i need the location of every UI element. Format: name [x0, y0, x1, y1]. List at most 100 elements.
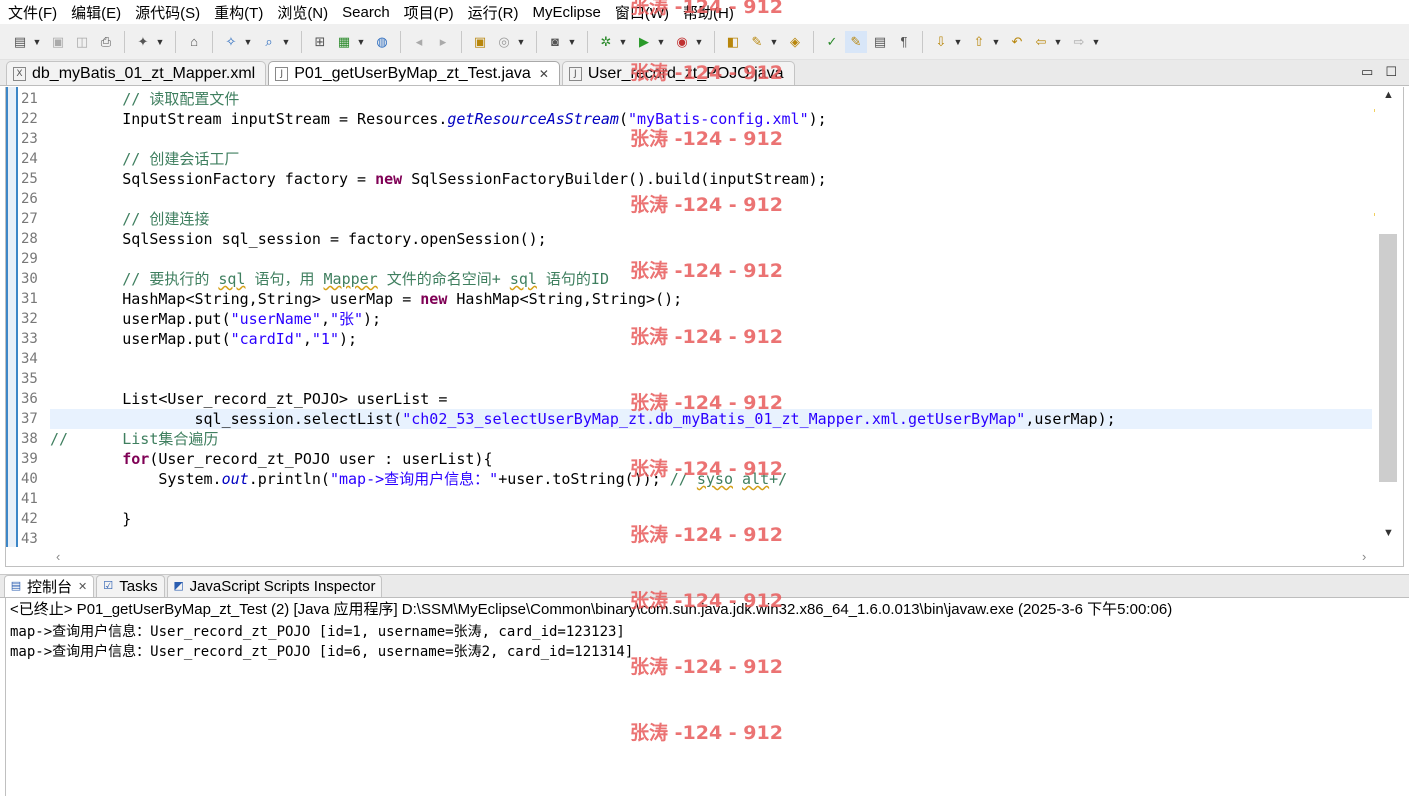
menu-edit[interactable]: 编辑(E)	[71, 2, 121, 23]
java-file-icon: J	[568, 66, 582, 81]
browser-icon[interactable]: ◎	[493, 31, 515, 53]
code-line: // 创建会话工厂	[122, 150, 240, 168]
code-line: SqlSessionFactory factory = new SqlSessi…	[122, 170, 827, 188]
scroll-right-icon[interactable]: ›	[1362, 549, 1366, 564]
chevron-down-icon[interactable]: ▼	[991, 37, 1001, 47]
line-number: 27	[21, 211, 38, 227]
new-icon[interactable]: ▤	[9, 31, 31, 53]
open-folder-icon[interactable]: ◧	[722, 31, 744, 53]
prev-annotation-icon[interactable]: ⇧	[968, 31, 990, 53]
scroll-left-icon[interactable]: ‹	[56, 549, 60, 564]
line-number: 36	[21, 391, 38, 407]
watermark: 张涛 -124 - 912	[630, 194, 783, 216]
tasks-icon: ☑	[103, 580, 114, 592]
chevron-down-icon[interactable]: ▼	[281, 37, 291, 47]
chevron-down-icon[interactable]: ▼	[694, 37, 704, 47]
chevron-down-icon[interactable]: ▼	[656, 37, 666, 47]
run-icon[interactable]: ▶	[633, 31, 655, 53]
server-icon[interactable]: ▦	[333, 31, 355, 53]
line-number: 23	[21, 131, 38, 147]
toolbar: ▤ ▼ ▣ ◫ ⎙ ✦ ▼ ⌂ ✧ ▼ ⌕ ▼ ⊞ ▦ ▼ ◍ ◂ ▸ ▣ ◎ ▼ ◙ ▼ ✲…	[0, 24, 1409, 60]
minimize-icon[interactable]: ▭	[1361, 64, 1373, 80]
next-annotation-icon[interactable]: ⇩	[930, 31, 952, 53]
line-number: 25	[21, 171, 38, 187]
format-icon[interactable]: ¶	[893, 31, 915, 53]
close-icon[interactable]: ✕	[78, 580, 87, 593]
menu-run[interactable]: 运行(R)	[468, 2, 519, 23]
deploy-icon[interactable]: ⊞	[309, 31, 331, 53]
chevron-down-icon[interactable]: ▼	[769, 37, 779, 47]
search-icon[interactable]: ⌕	[258, 31, 280, 53]
console-output[interactable]: <已终止> P01_getUserByMap_zt_Test (2) [Java…	[5, 598, 1409, 796]
toolbar-separator	[922, 30, 923, 53]
new-project-icon[interactable]: ✦	[132, 31, 154, 53]
chevron-down-icon[interactable]: ▼	[618, 37, 628, 47]
annotation-icon[interactable]: ✓	[821, 31, 843, 53]
block-icon[interactable]: ▤	[869, 31, 891, 53]
chevron-down-icon[interactable]: ▼	[516, 37, 526, 47]
watermark: 张涛 -124 - 912	[630, 326, 783, 348]
tab-label: JavaScript Scripts Inspector	[189, 578, 376, 595]
watermark: 张涛 -124 - 912	[630, 260, 783, 282]
toolbar-separator	[813, 30, 814, 53]
editor-horizontal-scrollbar[interactable]: ‹ ›	[50, 548, 1375, 566]
chevron-down-icon[interactable]: ▼	[1091, 37, 1101, 47]
toolbar-separator	[400, 30, 401, 53]
highlight-icon[interactable]: ✎	[845, 30, 867, 53]
tab-tasks[interactable]: ☑ Tasks	[96, 575, 165, 597]
globe-icon[interactable]: ◍	[371, 31, 393, 53]
close-icon[interactable]: ✕	[539, 67, 549, 81]
chevron-down-icon[interactable]: ▼	[243, 37, 253, 47]
pen-icon[interactable]: ✎	[746, 31, 768, 53]
toolbar-separator	[461, 30, 462, 53]
menu-navigate[interactable]: 浏览(N)	[277, 2, 328, 23]
tab-console[interactable]: ▤ 控制台 ✕	[4, 575, 95, 597]
editor-window-controls: ▭ ☐	[1361, 64, 1397, 80]
scroll-down-icon[interactable]: ▼	[1383, 527, 1394, 539]
tab-mapper-xml[interactable]: X db_myBatis_01_zt_Mapper.xml	[6, 61, 267, 85]
line-number: 26	[21, 191, 38, 207]
maximize-icon[interactable]: ☐	[1385, 64, 1397, 80]
line-number: 33	[21, 331, 38, 347]
editor-vertical-scrollbar[interactable]: ▲ ▼	[1375, 87, 1403, 547]
chevron-down-icon[interactable]: ▼	[155, 37, 165, 47]
menu-myeclipse[interactable]: MyEclipse	[533, 4, 601, 21]
package-icon[interactable]: ▣	[469, 31, 491, 53]
code-line: HashMap<String,String> userMap = new Has…	[122, 290, 683, 308]
back-history-icon[interactable]: ◂	[408, 31, 430, 53]
menu-source[interactable]: 源代码(S)	[135, 2, 200, 23]
debug-icon[interactable]: ✲	[595, 31, 617, 53]
bag-icon[interactable]: ◈	[784, 31, 806, 53]
print-icon[interactable]: ⎙	[95, 31, 117, 53]
back-icon[interactable]: ⇦	[1030, 31, 1052, 53]
save-all-icon[interactable]: ◫	[71, 31, 93, 53]
last-edit-icon[interactable]: ↶	[1006, 31, 1028, 53]
chevron-down-icon[interactable]: ▼	[356, 37, 366, 47]
scrollbar-thumb[interactable]	[1379, 234, 1397, 482]
menu-search[interactable]: Search	[342, 4, 390, 21]
chevron-down-icon[interactable]: ▼	[953, 37, 963, 47]
toolbar-separator	[212, 30, 213, 53]
toolbar-separator	[587, 30, 588, 53]
watermark: 张涛 -124 - 912	[630, 0, 783, 18]
xml-file-icon: X	[13, 66, 26, 81]
line-number: 34	[21, 351, 38, 367]
tab-test-java[interactable]: J P01_getUserByMap_zt_Test.java ✕	[268, 61, 560, 85]
chevron-down-icon[interactable]: ▼	[567, 37, 577, 47]
open-type-icon[interactable]: ✧	[220, 31, 242, 53]
console-icon: ▤	[10, 580, 22, 592]
forward-icon[interactable]: ⇨	[1068, 31, 1090, 53]
camera-icon[interactable]: ◙	[544, 31, 566, 53]
forward-history-icon[interactable]: ▸	[432, 31, 454, 53]
tab-js-inspector[interactable]: ◩ JavaScript Scripts Inspector	[166, 575, 383, 597]
line-number: 39	[21, 451, 38, 467]
external-tools-icon[interactable]: ◉	[671, 31, 693, 53]
scroll-up-icon[interactable]: ▲	[1383, 89, 1394, 101]
terminal-icon[interactable]: ⌂	[183, 31, 205, 53]
menu-project[interactable]: 项目(P)	[404, 2, 454, 23]
chevron-down-icon[interactable]: ▼	[32, 37, 42, 47]
chevron-down-icon[interactable]: ▼	[1053, 37, 1063, 47]
save-icon[interactable]: ▣	[47, 31, 69, 53]
menu-file[interactable]: 文件(F)	[8, 2, 57, 23]
menu-refactor[interactable]: 重构(T)	[214, 2, 263, 23]
